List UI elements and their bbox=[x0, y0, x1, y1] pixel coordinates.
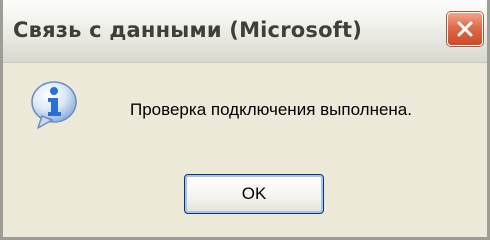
info-icon bbox=[31, 81, 77, 129]
close-icon bbox=[457, 21, 473, 37]
dialog-body: Проверка подключения выполнена. OK bbox=[3, 63, 487, 237]
ok-button[interactable]: OK bbox=[184, 174, 324, 214]
dialog-title: Связь с данными (Microsoft) bbox=[13, 18, 363, 42]
close-button[interactable] bbox=[447, 12, 483, 46]
title-bar[interactable]: Связь с данными (Microsoft) bbox=[3, 0, 487, 63]
message-text: Проверка подключения выполнена. bbox=[130, 100, 412, 119]
dialog-window: Связь с данными (Microsoft) Проверка под… bbox=[0, 0, 490, 240]
